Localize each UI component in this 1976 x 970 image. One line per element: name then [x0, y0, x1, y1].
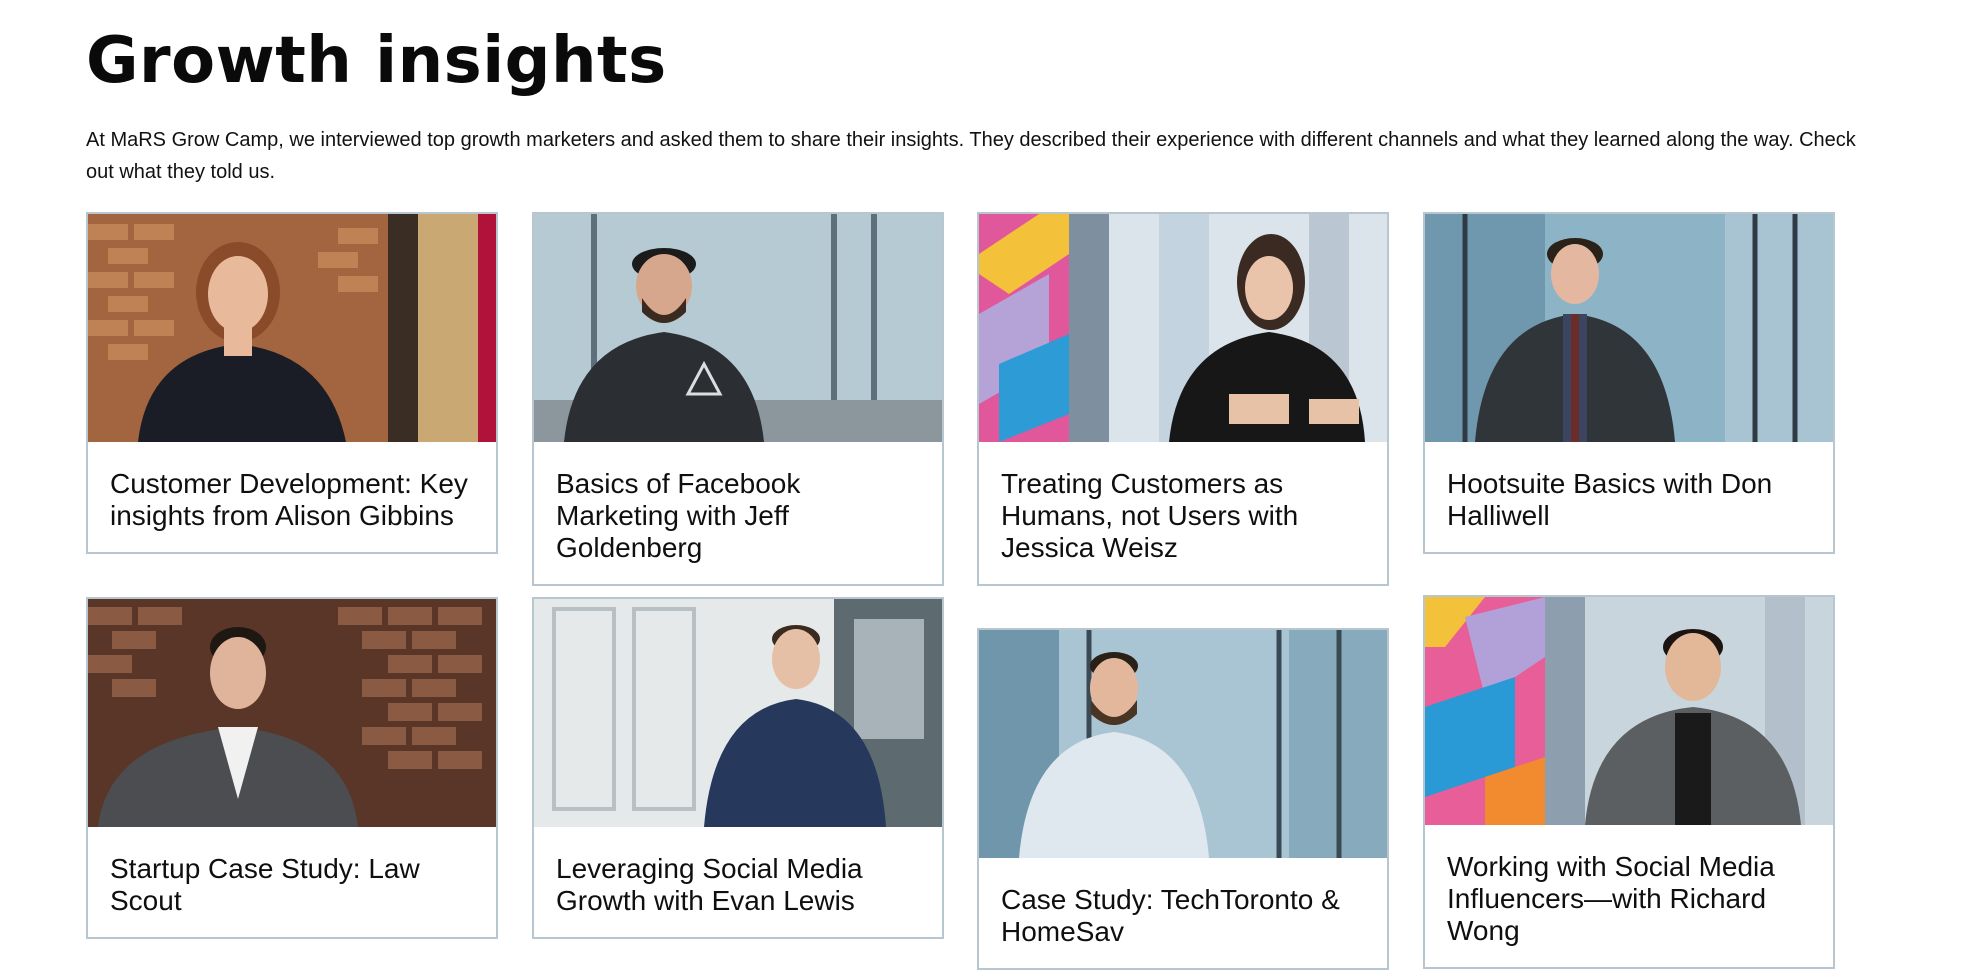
- video-thumbnail[interactable]: [1425, 214, 1833, 442]
- video-thumbnail[interactable]: [979, 630, 1387, 858]
- video-card[interactable]: Leveraging Social Media Growth with Evan…: [532, 597, 944, 939]
- intro-text: At MaRS Grow Camp, we interviewed top gr…: [86, 129, 1856, 183]
- video-title: Leveraging Social Media Growth with Evan…: [556, 853, 863, 916]
- video-thumbnail[interactable]: [88, 214, 496, 442]
- video-card[interactable]: Basics of Facebook Marketing with Jeff G…: [532, 212, 944, 586]
- video-title: Case Study: TechToronto & HomeSav: [1001, 884, 1340, 947]
- video-card[interactable]: Treating Customers as Humans, not Users …: [977, 212, 1389, 586]
- video-thumbnail[interactable]: [1425, 597, 1833, 825]
- video-card[interactable]: Customer Development: Key insights from …: [86, 212, 498, 554]
- video-thumbnail[interactable]: [534, 214, 942, 442]
- page: Growth insights At MaRS Grow Camp, we in…: [0, 0, 1976, 970]
- video-title: Startup Case Study: Law Scout: [110, 853, 420, 916]
- video-title: Working with Social Media Influencers—wi…: [1447, 851, 1775, 946]
- video-thumbnail[interactable]: [979, 214, 1387, 442]
- video-card[interactable]: Case Study: TechToronto & HomeSav: [977, 628, 1389, 970]
- video-card[interactable]: Startup Case Study: Law Scout: [86, 597, 498, 939]
- video-title: Treating Customers as Humans, not Users …: [1001, 468, 1299, 563]
- video-title: Customer Development: Key insights from …: [110, 468, 468, 531]
- video-thumbnail[interactable]: [88, 599, 496, 827]
- video-card[interactable]: Hootsuite Basics with Don Halliwell: [1423, 212, 1835, 554]
- video-title: Hootsuite Basics with Don Halliwell: [1447, 468, 1773, 531]
- video-card[interactable]: Working with Social Media Influencers—wi…: [1423, 595, 1835, 969]
- video-title: Basics of Facebook Marketing with Jeff G…: [556, 468, 801, 563]
- page-title: Growth insights: [86, 24, 667, 98]
- video-thumbnail[interactable]: [534, 599, 942, 827]
